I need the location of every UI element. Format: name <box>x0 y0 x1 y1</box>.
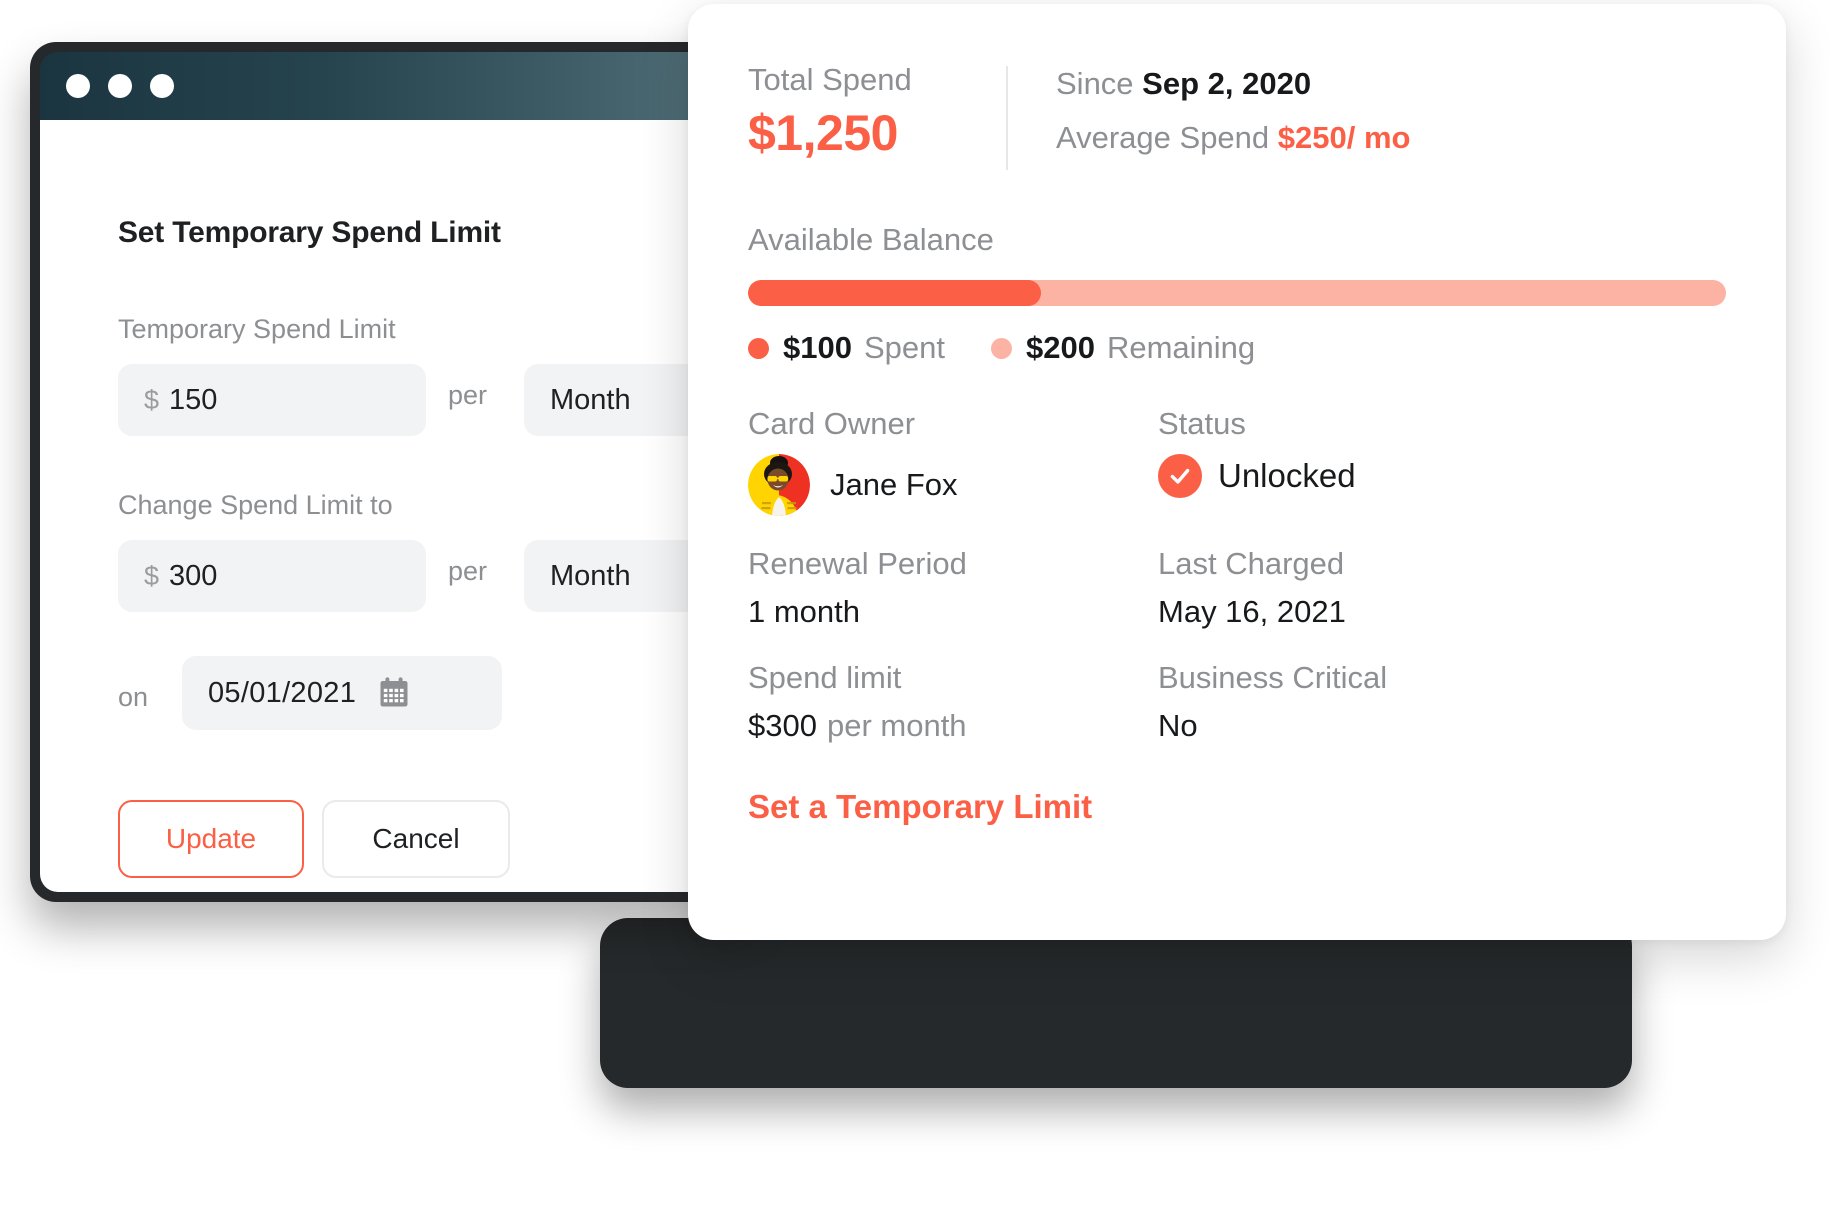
spend-limit-cell: Spend limit $300 per month <box>748 660 1158 744</box>
update-button[interactable]: Update <box>118 800 304 878</box>
currency-symbol: $ <box>144 560 160 591</box>
screen-root: Set Temporary Spend Limit Temporary Spen… <box>0 0 1830 1224</box>
card-detail-panel: Total Spend $1,250 Since Sep 2, 2020 Ave… <box>688 4 1786 940</box>
spend-limit-window: Set Temporary Spend Limit Temporary Spen… <box>30 42 756 902</box>
total-spend-block: Total Spend $1,250 <box>748 62 1006 162</box>
renewal-period-cell: Renewal Period 1 month <box>748 546 1158 630</box>
last-charged-value: May 16, 2021 <box>1158 594 1346 629</box>
since-value: Sep 2, 2020 <box>1142 66 1312 101</box>
average-spend-label: Average Spend <box>1056 120 1270 155</box>
change-spend-limit-label: Change Spend Limit to <box>118 490 393 520</box>
effective-date-input[interactable]: 05/01/2021 <box>182 656 502 730</box>
balance-legend: $100 Spent $200 Remaining <box>748 330 1726 366</box>
business-critical-value: No <box>1158 708 1198 743</box>
status-label: Status <box>1158 406 1246 441</box>
available-balance-label: Available Balance <box>748 222 994 257</box>
status-value-row: Unlocked <box>1158 454 1578 498</box>
renewal-period-value: 1 month <box>748 594 861 629</box>
summary-meta: Since Sep 2, 2020 Average Spend $250/ mo <box>1056 62 1410 174</box>
total-spend-label: Total Spend <box>748 62 912 97</box>
close-dot-icon[interactable] <box>66 74 90 98</box>
background-window-frame <box>600 918 1632 1088</box>
set-temporary-limit-link[interactable]: Set a Temporary Limit <box>748 788 1092 826</box>
card-owner-cell: Card Owner Jane Fox <box>748 406 1158 516</box>
status-cell: Status Unlocked <box>1158 406 1578 516</box>
legend-item-remaining: $200 Remaining <box>990 330 1256 366</box>
remaining-value: $200 <box>1025 330 1095 365</box>
business-critical-label: Business Critical <box>1158 660 1388 695</box>
average-spend-value: $250/ mo <box>1277 120 1411 155</box>
window-body: Set Temporary Spend Limit Temporary Spen… <box>40 120 746 892</box>
last-charged-cell: Last Charged May 16, 2021 <box>1158 546 1578 630</box>
calendar-icon[interactable] <box>376 675 412 711</box>
cancel-button[interactable]: Cancel <box>322 800 510 878</box>
spent-label: Spent <box>863 330 945 365</box>
date-prefix-label: on <box>118 682 149 712</box>
spend-limit-label: Spend limit <box>748 660 902 695</box>
temporary-spend-limit-value: 150 <box>169 383 218 416</box>
status-badge: Unlocked <box>1218 457 1356 494</box>
balance-bar-spent-fill <box>748 280 1042 306</box>
spent-dot-icon <box>748 337 769 359</box>
window-titlebar <box>40 52 746 120</box>
temporary-spend-limit-input[interactable]: $ 150 <box>118 364 426 436</box>
currency-symbol: $ <box>144 384 160 415</box>
remaining-label: Remaining <box>1106 330 1256 365</box>
maximize-dot-icon[interactable] <box>150 74 174 98</box>
spend-limit-period: per month <box>826 708 967 743</box>
change-spend-limit-input[interactable]: $ 300 <box>118 540 426 612</box>
check-circle-icon <box>1158 454 1202 498</box>
temporary-spend-limit-label: Temporary Spend Limit <box>118 314 396 344</box>
temporary-period-value: Month <box>550 383 631 416</box>
summary-divider <box>1006 66 1008 170</box>
page-title: Set Temporary Spend Limit <box>118 216 501 249</box>
change-per-label: per <box>448 556 488 586</box>
total-spend-value: $1,250 <box>748 105 898 161</box>
available-balance-bar <box>748 280 1726 306</box>
since-label: Since <box>1056 66 1134 101</box>
spend-limit-value-row: $300 per month <box>748 708 1158 744</box>
card-owner-value-row: Jane Fox <box>748 454 1158 516</box>
minimize-dot-icon[interactable] <box>108 74 132 98</box>
effective-date-value: 05/01/2021 <box>208 676 357 709</box>
change-period-value: Month <box>550 559 631 592</box>
card-details-grid: Card Owner Jane Fox Status Unlocked Rene… <box>748 406 1726 744</box>
detail-row: Card Owner Jane Fox Status Unlocked <box>748 406 1726 516</box>
spent-value: $100 <box>783 330 852 365</box>
spend-limit-amount: $300 <box>748 708 817 743</box>
legend-item-spent: $100 Spent <box>748 330 945 366</box>
detail-row: Spend limit $300 per month Business Crit… <box>748 660 1726 744</box>
since-line: Since Sep 2, 2020 <box>1056 66 1410 102</box>
card-owner-name: Jane Fox <box>830 467 958 502</box>
window-controls <box>66 74 174 98</box>
last-charged-label: Last Charged <box>1158 546 1345 581</box>
business-critical-cell: Business Critical No <box>1158 660 1578 744</box>
avatar <box>748 454 810 516</box>
remaining-dot-icon <box>990 337 1012 359</box>
detail-row: Renewal Period 1 month Last Charged May … <box>748 546 1726 630</box>
temporary-per-label: per <box>448 380 488 410</box>
card-owner-label: Card Owner <box>748 406 916 441</box>
spend-summary: Total Spend $1,250 Since Sep 2, 2020 Ave… <box>748 62 1726 174</box>
renewal-period-label: Renewal Period <box>748 546 967 581</box>
average-spend-line: Average Spend $250/ mo <box>1056 120 1410 156</box>
change-spend-limit-value: 300 <box>169 559 218 592</box>
